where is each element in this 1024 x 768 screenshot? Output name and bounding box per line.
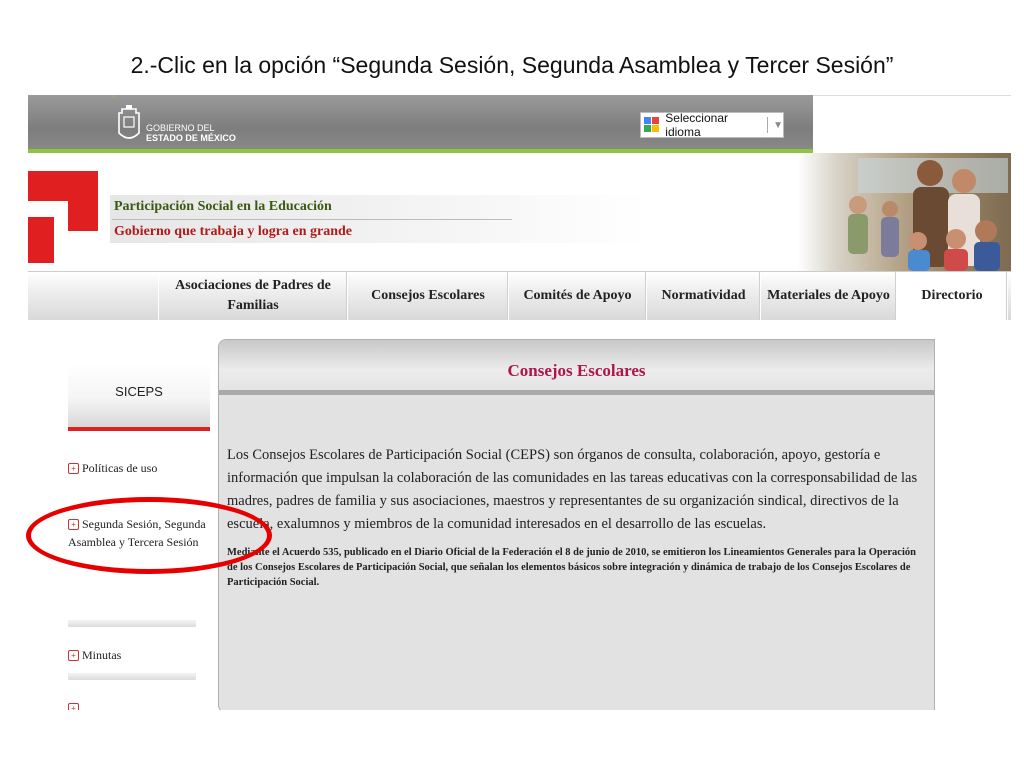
google-translate-icon bbox=[644, 117, 659, 133]
sidebar-link-minutas[interactable]: + Minutas bbox=[68, 646, 218, 664]
slide-instruction: 2.-Clic en la opción “Segunda Sesión, Se… bbox=[130, 52, 894, 78]
plus-icon: + bbox=[68, 650, 79, 661]
site-subtitle: Participación Social en la Educación bbox=[114, 199, 332, 214]
sidebar-link-label: Políticas de uso bbox=[82, 461, 158, 475]
green-stripe bbox=[28, 149, 813, 153]
language-selector[interactable]: Seleccionar idioma ▼ bbox=[640, 111, 784, 139]
nav-padres-familias[interactable]: Asociaciones de Padres de Familias bbox=[159, 272, 348, 320]
green-arc-decoration bbox=[28, 95, 114, 152]
plus-icon: + bbox=[68, 463, 79, 474]
nav-blank bbox=[28, 272, 159, 320]
sidebar-link-label: Minutas bbox=[82, 648, 122, 662]
content-panel: Consejos Escolares Los Consejos Escolare… bbox=[218, 339, 935, 710]
dropdown-arrow-icon: ▼ bbox=[773, 119, 783, 131]
highlight-circle bbox=[26, 497, 272, 574]
plus-icon: + bbox=[68, 703, 79, 710]
top-header-right bbox=[813, 95, 1011, 153]
site-slogan: Gobierno que trabaja y logra en grande bbox=[114, 224, 352, 239]
nav-directorio[interactable]: Directorio bbox=[897, 272, 1008, 320]
nav-consejos-escolares[interactable]: Consejos Escolares bbox=[348, 272, 509, 320]
gov-line1: GOBIERNO DEL bbox=[146, 123, 215, 133]
coat-of-arms-icon bbox=[118, 105, 140, 139]
sidebar-link-politicas[interactable]: + Políticas de uso bbox=[68, 459, 218, 477]
brand-divider bbox=[112, 219, 512, 220]
family-photo bbox=[798, 153, 1011, 271]
content-title: Consejos Escolares bbox=[507, 361, 646, 380]
main-nav: Asociaciones de Padres de Familias Conse… bbox=[28, 271, 1011, 320]
sidebar-link-partial[interactable]: + bbox=[68, 699, 218, 710]
content-panel-header: Consejos Escolares bbox=[219, 340, 934, 395]
gov-line2: ESTADO DE MÉXICO bbox=[146, 133, 236, 143]
sidebar-separator bbox=[68, 673, 196, 680]
website-screenshot: GOBIERNO DEL ESTADO DE MÉXICO Selecciona… bbox=[28, 95, 1011, 710]
nav-comites-apoyo[interactable]: Comités de Apoyo bbox=[509, 272, 647, 320]
sidebar-tab-siceps: SICEPS bbox=[68, 363, 210, 431]
nav-materiales-apoyo[interactable]: Materiales de Apoyo bbox=[761, 272, 897, 320]
nav-normatividad[interactable]: Normatividad bbox=[647, 272, 761, 320]
language-divider bbox=[767, 117, 769, 133]
government-logo-text: GOBIERNO DEL ESTADO DE MÉXICO bbox=[146, 123, 236, 143]
content-paragraph-1: Los Consejos Escolares de Participación … bbox=[227, 447, 918, 532]
content-paragraph-2: Mediante el Acuerdo 535, publicado en el… bbox=[227, 547, 916, 588]
language-selector-label: Seleccionar idioma bbox=[665, 111, 728, 139]
red-logo-mark bbox=[28, 171, 98, 263]
sidebar-title: SICEPS bbox=[115, 384, 163, 399]
sidebar-separator bbox=[68, 620, 196, 627]
